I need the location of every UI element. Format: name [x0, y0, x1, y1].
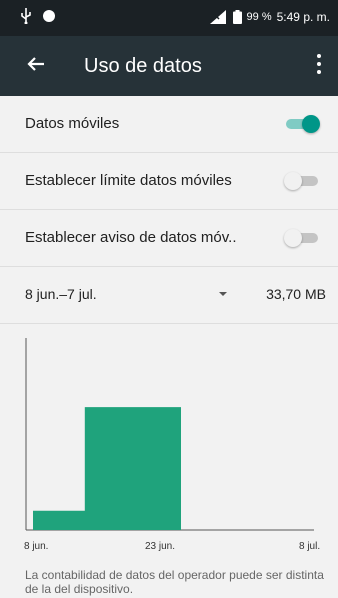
- data-limit-toggle[interactable]: [284, 172, 320, 190]
- battery-icon: [232, 10, 242, 24]
- divider: [0, 323, 338, 324]
- usage-total: 33,70 MB: [266, 286, 326, 302]
- more-options-icon[interactable]: [316, 54, 322, 76]
- status-bar: 99 % 5:49 p. m.: [0, 0, 338, 36]
- battery-percent: 99 %: [246, 11, 272, 23]
- back-arrow-icon[interactable]: [24, 52, 48, 76]
- x-tick-label: 8 jul.: [299, 541, 320, 552]
- clock: 5:49 p. m.: [276, 10, 330, 24]
- data-usage-chart: 8 jun. 23 jun. 8 jul.: [24, 338, 320, 552]
- page-title: Uso de datos: [84, 55, 202, 77]
- cycle-selector[interactable]: 8 jun.–7 jul. 33,70 MB: [0, 267, 338, 323]
- data-limit-row[interactable]: Establecer límite datos móviles: [0, 153, 338, 209]
- x-tick-label: 23 jun.: [145, 541, 175, 552]
- data-warning-toggle[interactable]: [284, 229, 320, 247]
- notification-dot-icon: [43, 10, 55, 22]
- mobile-data-row[interactable]: Datos móviles: [0, 96, 338, 152]
- signal-icon: [209, 10, 226, 24]
- dropdown-arrow-icon[interactable]: [219, 292, 227, 296]
- data-limit-label: Establecer límite datos móviles: [25, 172, 232, 189]
- data-warning-label: Establecer aviso de datos móv..: [25, 229, 237, 246]
- x-tick-label: 8 jun.: [24, 541, 48, 552]
- mobile-data-label: Datos móviles: [25, 115, 120, 132]
- usage-area: [33, 407, 181, 530]
- cycle-range: 8 jun.–7 jul.: [25, 286, 97, 302]
- footer-note: La contabilidad de datos del operador pu…: [25, 568, 324, 596]
- mobile-data-toggle[interactable]: [284, 115, 320, 133]
- data-warning-row[interactable]: Establecer aviso de datos móv..: [0, 210, 338, 266]
- usb-icon: [21, 8, 31, 24]
- app-bar: Uso de datos: [0, 36, 338, 96]
